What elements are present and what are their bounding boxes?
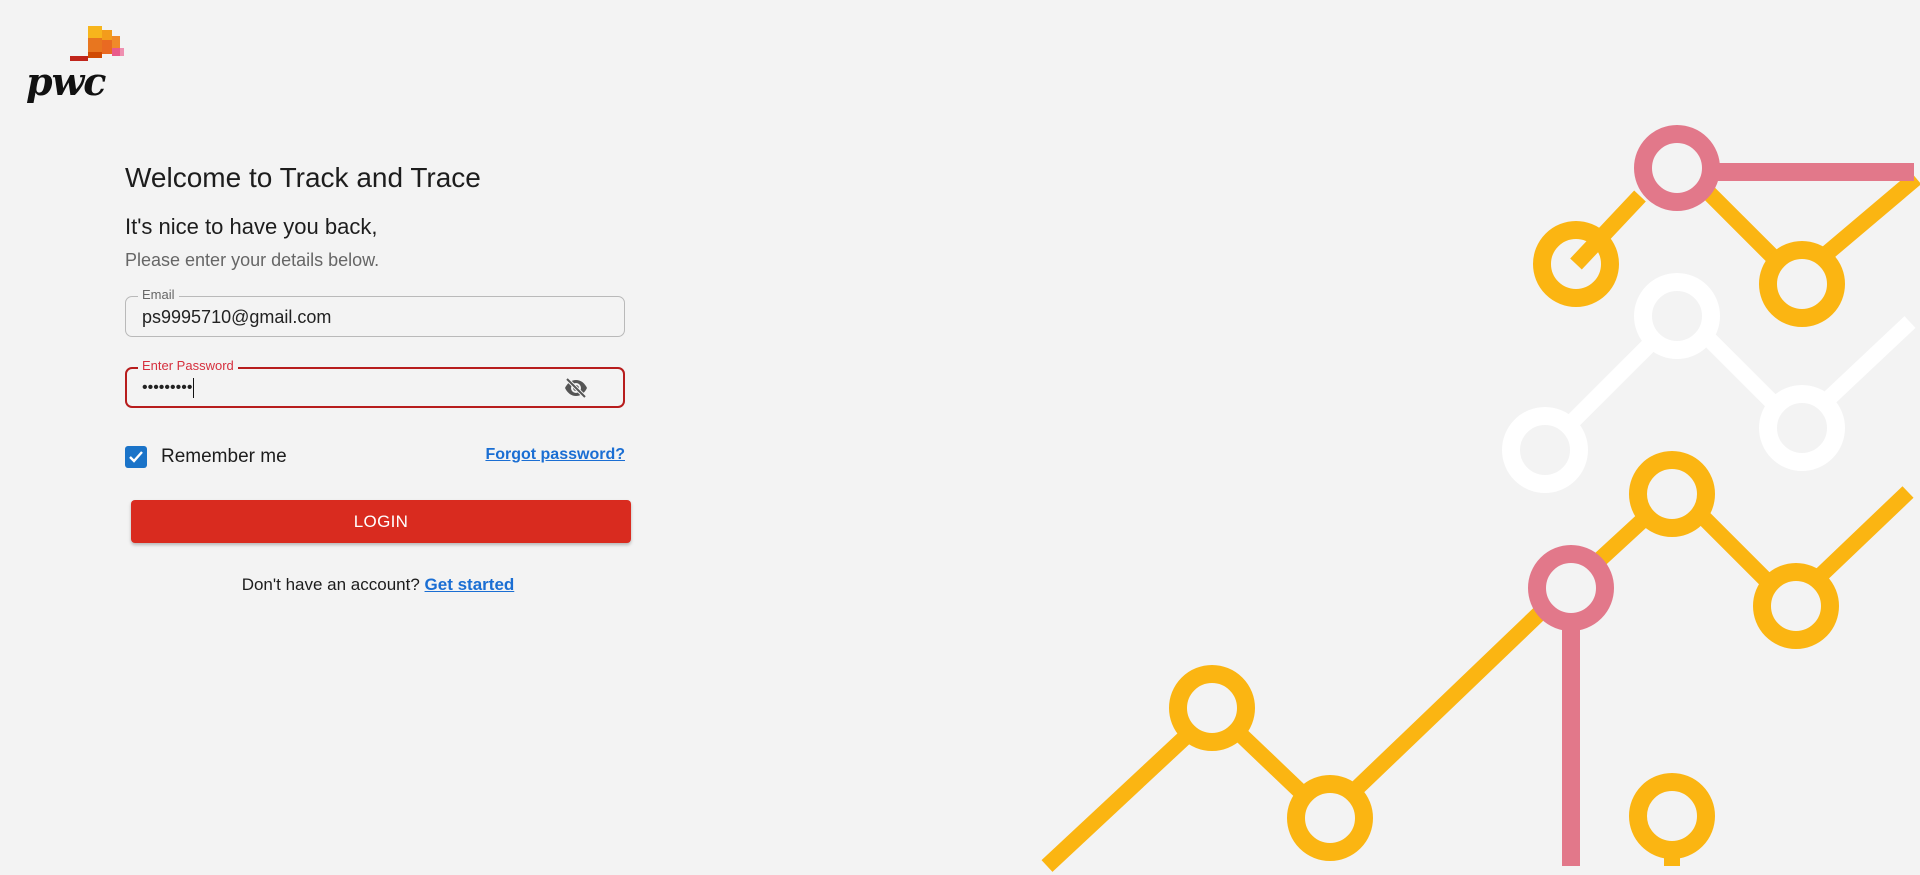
decorative-network-art bbox=[1041, 125, 1920, 872]
login-page: pwc Welcome to Track and Trace It's nice… bbox=[0, 0, 1920, 875]
